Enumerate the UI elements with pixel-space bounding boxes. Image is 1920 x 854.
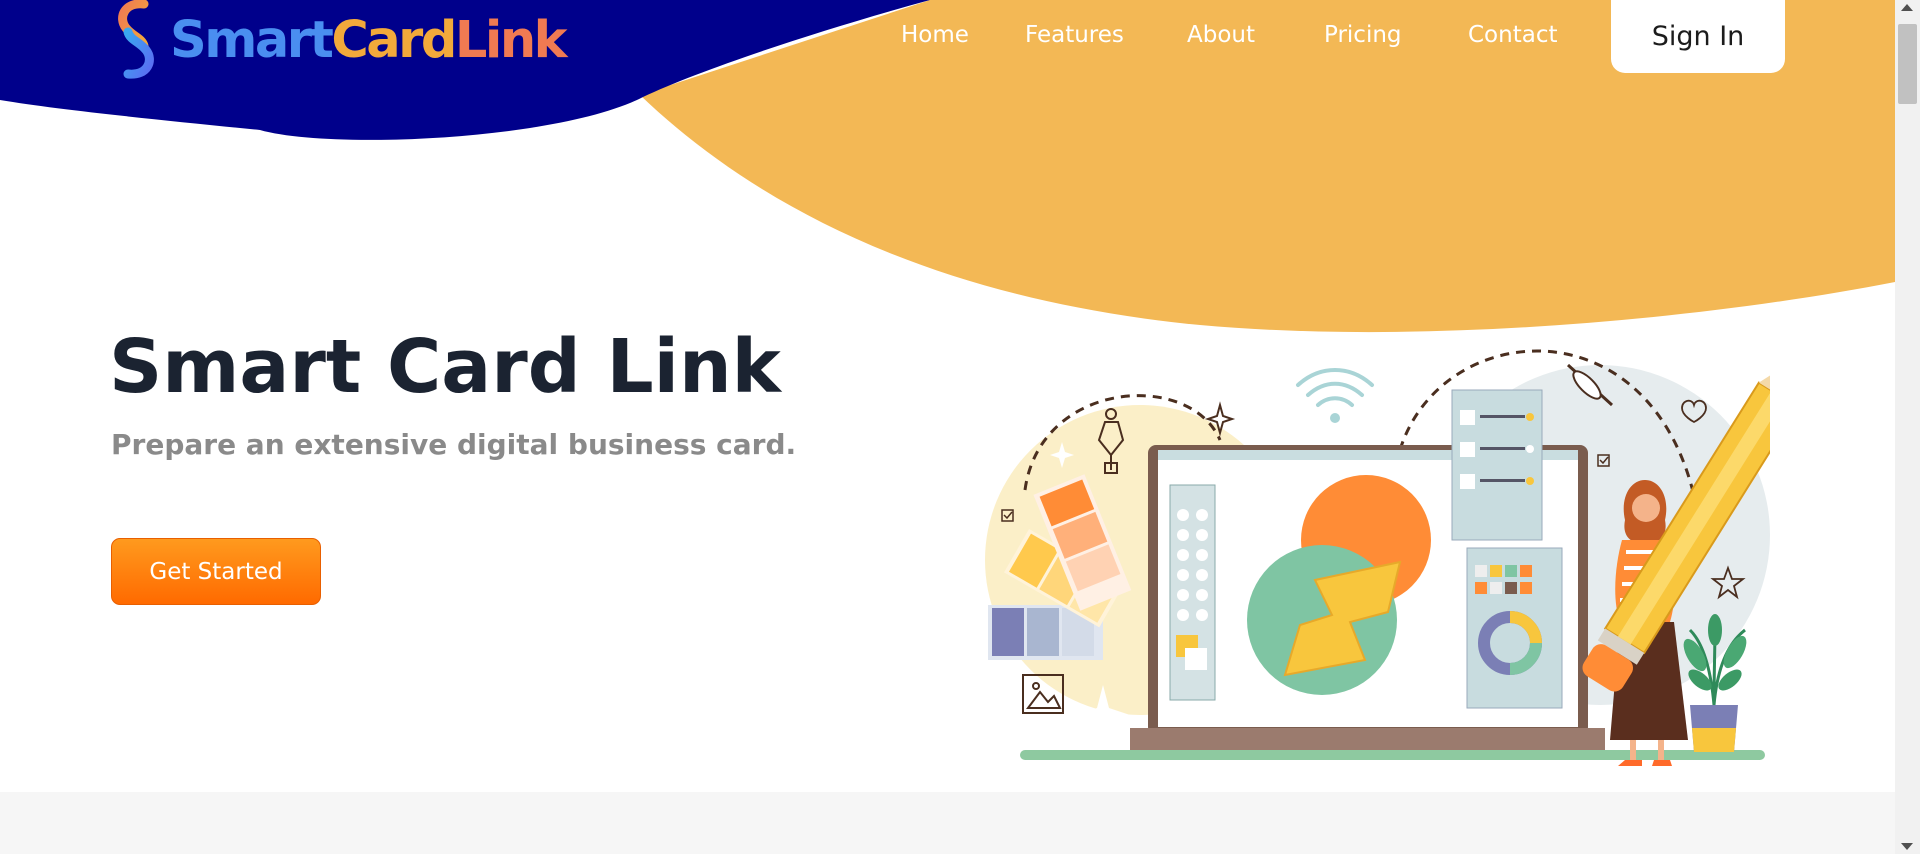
- hero-illustration: [985, 349, 1770, 766]
- brand-word-2: Card: [331, 10, 457, 70]
- brand-word-3: Link: [454, 10, 568, 70]
- brand-logo[interactable]: SmartCardLink: [108, 0, 568, 82]
- laptop-base: [1130, 728, 1605, 750]
- nav-contact[interactable]: Contact: [1468, 22, 1557, 48]
- nav-pricing[interactable]: Pricing: [1324, 22, 1402, 48]
- brand-word-1: Smart: [170, 10, 334, 70]
- next-section-strip: [0, 792, 1895, 854]
- logo-link-icon: [118, 0, 154, 79]
- scroll-thumb[interactable]: [1898, 24, 1917, 104]
- page: SmartCardLink Home Features About Pricin…: [0, 0, 1895, 854]
- nav-features[interactable]: Features: [1025, 22, 1124, 48]
- hero-subtitle: Prepare an extensive digital business ca…: [111, 428, 797, 461]
- nav-about[interactable]: About: [1187, 22, 1255, 48]
- wifi-icon: [1296, 368, 1374, 407]
- scroll-down-arrow-icon[interactable]: [1901, 843, 1913, 850]
- hero-title: Smart Card Link: [109, 324, 781, 410]
- scroll-up-arrow-icon[interactable]: [1901, 4, 1913, 11]
- nav-home[interactable]: Home: [901, 22, 969, 48]
- get-started-button[interactable]: Get Started: [111, 538, 321, 605]
- ground-line: [1020, 750, 1765, 760]
- page-scrollbar[interactable]: [1895, 0, 1920, 854]
- sign-in-button[interactable]: Sign In: [1611, 0, 1785, 73]
- brand-name: SmartCardLink: [170, 15, 568, 66]
